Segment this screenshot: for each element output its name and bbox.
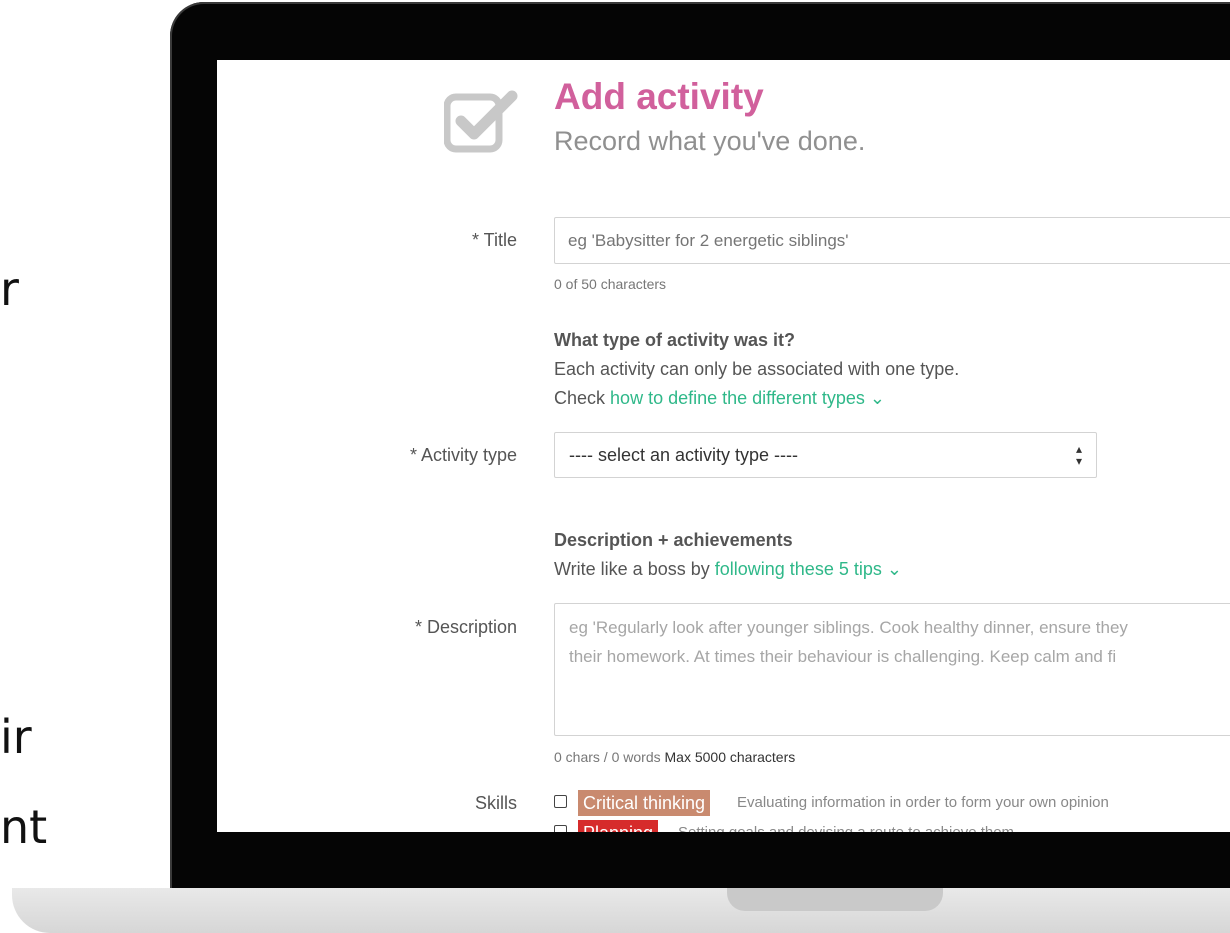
laptop-base: [12, 888, 1230, 933]
skill-tag: Critical thinking: [578, 790, 711, 816]
description-heading: Description + achievements: [554, 530, 793, 550]
laptop-screen: Add activity Record what you've done. * …: [217, 60, 1230, 832]
skill-tag: Planning: [578, 820, 659, 832]
slide-text-fragment: r: [0, 262, 19, 316]
slide-text-fragment: nt: [0, 800, 48, 854]
activity-type-explainer: Each activity can only be associated wit…: [554, 359, 960, 379]
skill-description: Evaluating information in order to form …: [737, 794, 1109, 811]
description-max-chars: Max 5000 characters: [664, 749, 796, 765]
activity-type-heading: What type of activity was it?: [554, 330, 796, 350]
select-updown-icon: ▴ ▾: [1075, 442, 1082, 468]
description-label: * Description: [414, 617, 517, 637]
define-types-link[interactable]: how to define the different types ⌄: [610, 388, 885, 408]
title-input[interactable]: [554, 217, 1230, 264]
slide-text-fragment: ir: [0, 710, 32, 764]
description-help-prefix: Write like a boss by: [554, 559, 710, 579]
laptop-notch: [727, 888, 943, 911]
writing-tips-link[interactable]: following these 5 tips ⌄: [715, 559, 902, 579]
activity-type-select[interactable]: ---- select an activity type ---- ▴ ▾: [554, 432, 1097, 478]
page-subtitle: Record what you've done.: [554, 126, 866, 156]
description-word-count: 0 chars / 0 words: [554, 749, 661, 765]
title-label: * Title: [471, 230, 517, 250]
skill-checkbox[interactable]: [554, 825, 567, 832]
skills-label: Skills: [474, 793, 517, 813]
checkbox-check-icon: [444, 90, 518, 153]
title-char-counter: 0 of 50 characters: [554, 276, 667, 292]
skill-checkbox[interactable]: [554, 795, 567, 808]
description-help: Write like a boss by following these 5 t…: [554, 559, 902, 580]
description-textarea[interactable]: eg 'Regularly look after younger sibling…: [554, 603, 1230, 736]
activity-type-label: * Activity type: [409, 445, 517, 465]
activity-type-selected-value: ---- select an activity type ----: [569, 445, 799, 465]
description-counter: 0 chars / 0 words Max 5000 characters: [554, 749, 795, 765]
activity-type-help: Check how to define the different types …: [554, 388, 885, 409]
skill-description: Setting goals and devising a route to ac…: [678, 824, 1014, 832]
activity-type-help-prefix: Check: [554, 388, 606, 408]
page-title: Add activity: [554, 76, 764, 117]
